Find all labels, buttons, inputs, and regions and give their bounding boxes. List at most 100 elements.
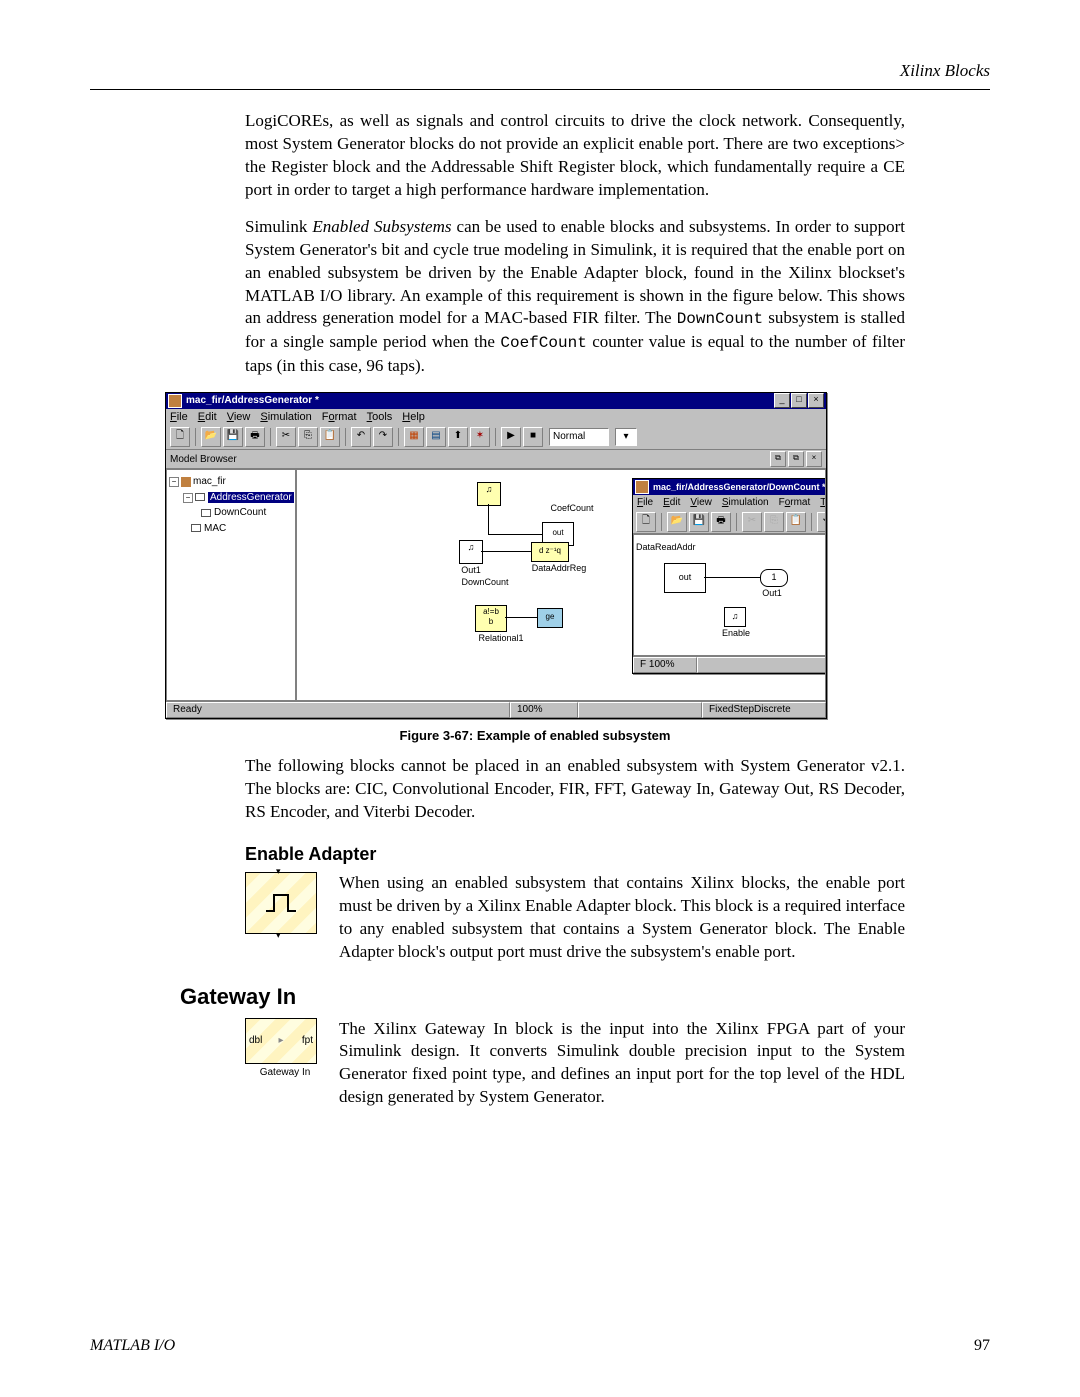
debug-button[interactable]: ✶ [470, 427, 490, 447]
footer-section: MATLAB I/O [90, 1335, 175, 1357]
inner-statusbar: F 100% FixedStepDisc [633, 656, 826, 673]
inner-print-button[interactable]: 🖶 [711, 512, 731, 532]
inner-window: mac_fir/AddressGenerator/DownCount * _ □… [632, 478, 826, 674]
p2-mono-2: CoefCount [500, 334, 586, 352]
inner-window-title: mac_fir/AddressGenerator/DownCount * [653, 481, 826, 493]
enable-adapter-icon: ▾ ▾ [245, 872, 317, 934]
p2-italic: Enabled Subsystems [312, 217, 451, 236]
model-browser-icons: ⧉ ⧉ × [770, 451, 822, 467]
inner-save-button[interactable]: 💾 [689, 512, 709, 532]
inner-menu-tools[interactable]: Tools [820, 496, 826, 510]
gateway-icon-right: fpt [302, 1034, 313, 1048]
outer-titlebar[interactable]: mac_fir/AddressGenerator * _ □ × [166, 393, 826, 409]
blockset-button[interactable]: ▤ [426, 427, 446, 447]
inner-menu-file[interactable]: File [637, 496, 653, 510]
inner-block-enable[interactable]: ♫ [724, 607, 746, 627]
inner-block-out1[interactable]: 1 [760, 569, 788, 587]
outer-status-zoom: 100% [510, 702, 578, 718]
figure-3-67: mac_fir/AddressGenerator * _ □ × File Ed… [165, 392, 825, 745]
p2-mono-1: DownCount [677, 310, 763, 328]
sim-mode-dropdown[interactable]: ▾ [615, 428, 637, 446]
tree-mac[interactable]: MAC [169, 521, 293, 537]
start-button[interactable]: ▶ [501, 427, 521, 447]
paragraph-3: The following blocks cannot be placed in… [245, 755, 905, 824]
inner-menu-simulation[interactable]: Simulation [722, 496, 769, 510]
inner-undo-button[interactable]: ↶ [817, 512, 826, 532]
stop-button[interactable]: ■ [523, 427, 543, 447]
menu-file[interactable]: File [170, 410, 188, 425]
model-browser-tree[interactable]: −mac_fir −AddressGenerator DownCount MAC [166, 469, 296, 701]
label-relational1: Relational1 [461, 632, 541, 644]
outer-menubar: File Edit View Simulation Format Tools H… [166, 409, 826, 426]
mb-icon-1[interactable]: ⧉ [770, 451, 786, 467]
print-button[interactable]: 🖶 [245, 427, 265, 447]
menu-tools[interactable]: Tools [367, 410, 393, 425]
block-downcount-sub[interactable]: ♫ [459, 540, 483, 564]
inner-open-button[interactable]: 📂 [667, 512, 687, 532]
menu-view[interactable]: View [227, 410, 251, 425]
up-button[interactable]: ⬆ [448, 427, 468, 447]
mb-icon-2[interactable]: ⧉ [788, 451, 804, 467]
inner-paste-button[interactable]: 📋 [786, 512, 806, 532]
menu-format[interactable]: Format [322, 410, 357, 425]
inner-block-out[interactable]: out [664, 563, 706, 593]
gateway-in-icon: dbl ▸ fpt [245, 1018, 317, 1064]
inner-menu-edit[interactable]: Edit [663, 496, 680, 510]
paragraph-1: LogiCOREs, as well as signals and contro… [245, 110, 905, 202]
inner-status-blank [697, 657, 826, 673]
block-ge[interactable]: ge [537, 608, 563, 628]
label-datareadaddr: DataReadAddr [636, 541, 726, 553]
library-button[interactable]: ▦ [404, 427, 424, 447]
tree-downcount[interactable]: DownCount [169, 505, 293, 521]
undo-button[interactable]: ↶ [351, 427, 371, 447]
sim-mode-field[interactable]: Normal [549, 428, 609, 446]
heading-enable-adapter: Enable Adapter [245, 842, 905, 866]
outer-status-blank [578, 702, 702, 718]
save-button[interactable]: 💾 [223, 427, 243, 447]
copy-button[interactable]: ⎘ [298, 427, 318, 447]
outer-status-ready: Ready [166, 702, 510, 718]
block-dataaddrreg[interactable]: d z⁻¹q [531, 542, 569, 562]
inner-toolbar: 🗋 📂 💾 🖶 ✂ ⎘ 📋 ↶ [633, 511, 826, 534]
label-downcount: DownCount [445, 576, 525, 588]
cut-button[interactable]: ✂ [276, 427, 296, 447]
tree-addressgenerator[interactable]: −AddressGenerator [169, 490, 293, 506]
inner-menu-format[interactable]: Format [779, 496, 811, 510]
enable-adapter-icon-col: ▾ ▾ [245, 872, 325, 964]
menu-edit[interactable]: Edit [198, 410, 217, 425]
gateway-text: The Xilinx Gateway In block is the input… [339, 1018, 905, 1110]
inner-status-zoom: F 100% [633, 657, 697, 673]
maximize-button[interactable]: □ [791, 393, 807, 408]
inner-cut-button[interactable]: ✂ [742, 512, 762, 532]
outer-window-title: mac_fir/AddressGenerator * [186, 394, 773, 408]
paste-button[interactable]: 📋 [320, 427, 340, 447]
inner-new-button[interactable]: 🗋 [636, 512, 656, 532]
block-relational1[interactable]: a!=bb [475, 605, 507, 632]
open-button[interactable]: 📂 [201, 427, 221, 447]
gateway-body: dbl ▸ fpt Gateway In The Xilinx Gateway … [245, 1018, 905, 1110]
menu-simulation[interactable]: Simulation [260, 410, 311, 425]
paragraph-2: Simulink Enabled Subsystems can be used … [245, 216, 905, 378]
gateway-icon-left: dbl [249, 1034, 262, 1048]
outer-canvas[interactable]: ♫ CoefCount out ♫ Out1 DownCount [296, 469, 826, 701]
inner-canvas[interactable]: DataReadAddr out 1 Out1 ♫ Enable [633, 534, 826, 656]
mb-close-icon[interactable]: × [806, 451, 822, 467]
outer-split: −mac_fir −AddressGenerator DownCount MAC… [166, 469, 826, 701]
p2-run-a: Simulink [245, 217, 312, 236]
inner-menu-view[interactable]: View [690, 496, 712, 510]
inner-copy-button[interactable]: ⎘ [764, 512, 784, 532]
new-button[interactable]: 🗋 [170, 427, 190, 447]
menu-help[interactable]: Help [402, 410, 425, 425]
redo-button[interactable]: ↷ [373, 427, 393, 447]
footer-page-number: 97 [974, 1335, 990, 1357]
gateway-icon-col: dbl ▸ fpt Gateway In [245, 1018, 325, 1110]
minimize-button[interactable]: _ [774, 393, 790, 408]
outer-statusbar: Ready 100% FixedStepDiscrete [166, 701, 826, 718]
tree-root[interactable]: −mac_fir [169, 474, 293, 490]
close-button[interactable]: × [808, 393, 824, 408]
outer-toolbar: 🗋 📂 💾 🖶 ✂ ⎘ 📋 ↶ ↷ ▦ ▤ ⬆ ✶ [166, 425, 826, 450]
running-header: Xilinx Blocks [90, 60, 990, 89]
inner-menubar: File Edit View Simulation Format Tools H… [633, 495, 826, 511]
block-coefcount[interactable]: ♫ [477, 482, 501, 506]
inner-titlebar[interactable]: mac_fir/AddressGenerator/DownCount * _ □… [633, 479, 826, 495]
